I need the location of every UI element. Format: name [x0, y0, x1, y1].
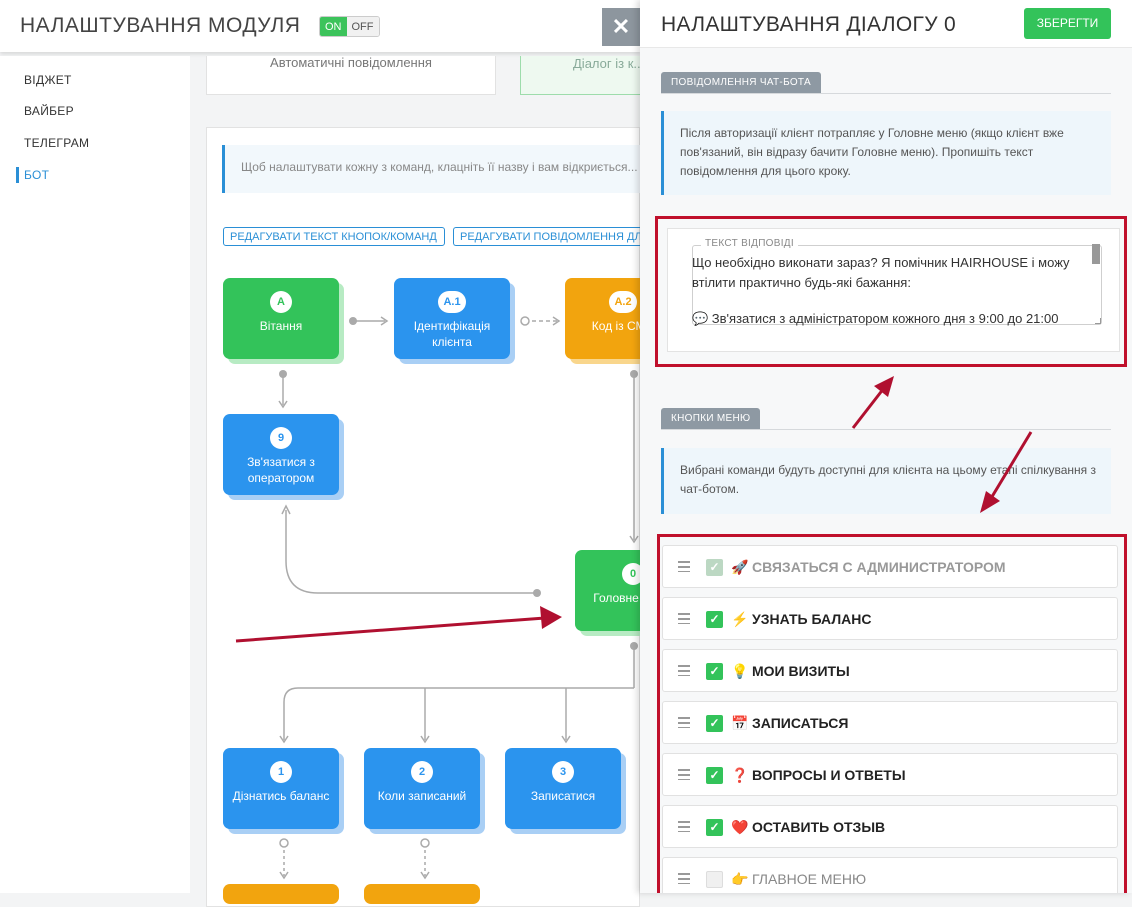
- annotation-arrows: [235, 376, 1033, 643]
